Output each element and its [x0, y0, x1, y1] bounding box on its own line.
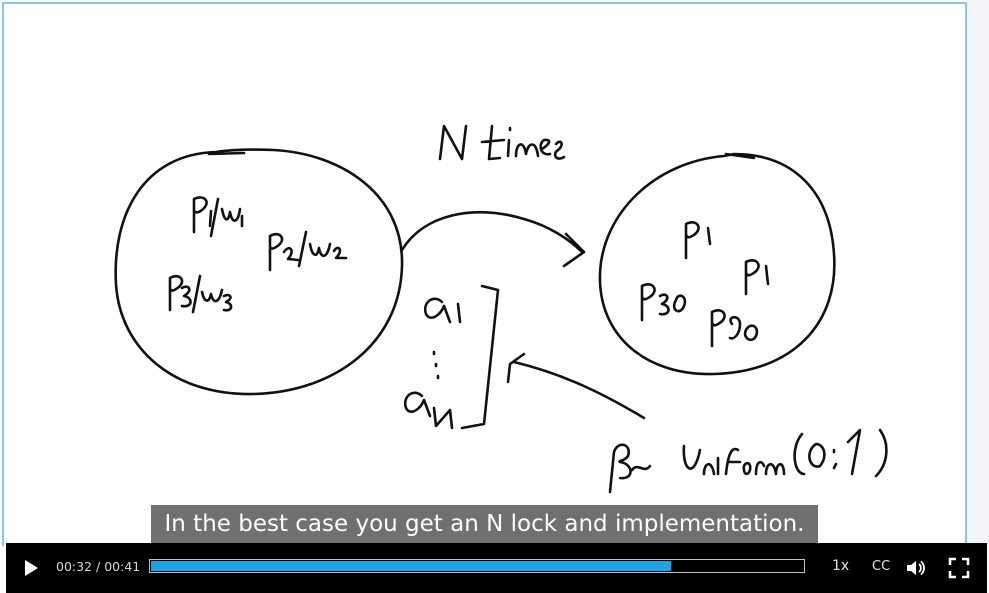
text-alpha-1: [423, 297, 462, 324]
play-button[interactable]: [20, 557, 42, 579]
video-frame[interactable]: [4, 4, 965, 544]
time-separator: /: [92, 559, 105, 574]
playback-speed-button[interactable]: 1x: [832, 558, 849, 574]
text-p3-w3: [168, 274, 233, 314]
text-p30: [640, 283, 687, 322]
text-beta-uniform: [608, 428, 888, 494]
play-icon: [25, 560, 38, 576]
current-time: 00:32: [56, 559, 93, 574]
beta-arrow: [512, 360, 646, 420]
caption-text: In the best case you get an N lock and i…: [151, 505, 818, 543]
volume-icon: [907, 560, 925, 576]
text-dots: [432, 350, 440, 380]
control-bar: 00:32 / 00:41 1x CC: [6, 543, 987, 593]
text-p1-a: [684, 221, 712, 260]
ellipse-tick: [207, 151, 246, 156]
beta-arrowhead: [506, 352, 526, 384]
text-n-times: [438, 124, 566, 161]
text-p2-w2: [268, 230, 348, 272]
time-display: 00:32 / 00:41: [56, 559, 140, 574]
duration: 00:41: [104, 559, 141, 574]
video-player[interactable]: In the best case you get an N lock and i…: [0, 0, 989, 593]
text-p1-w1: [192, 196, 244, 238]
volume-button[interactable]: [904, 557, 926, 579]
fullscreen-button[interactable]: [948, 557, 970, 579]
whiteboard-drawing: [114, 124, 888, 494]
bracket: [460, 284, 500, 430]
progress-bar[interactable]: [149, 559, 805, 573]
text-p90: [710, 309, 759, 348]
fullscreen-icon: [948, 557, 970, 579]
text-p1-b: [744, 259, 770, 296]
page-edge: [967, 0, 989, 545]
right-ellipse: [598, 152, 836, 376]
captions-button[interactable]: CC: [872, 559, 890, 574]
transfer-arrow: [400, 210, 584, 254]
progress-fill: [151, 561, 671, 571]
left-ellipse: [114, 148, 404, 396]
text-alpha-n: [403, 391, 454, 430]
